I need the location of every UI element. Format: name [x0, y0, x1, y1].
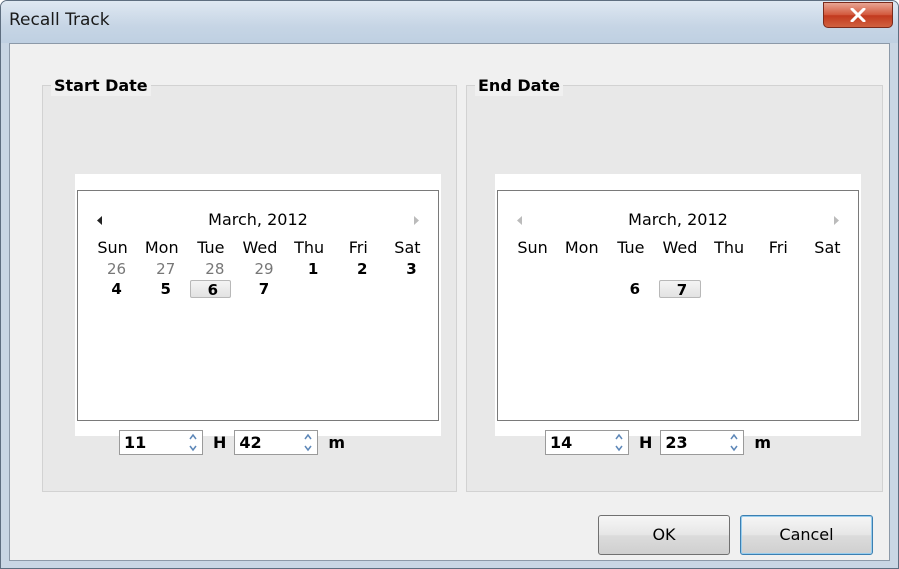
end-hours-value[interactable]: 14	[550, 433, 572, 452]
empty-day-cell	[754, 260, 803, 278]
close-icon	[850, 8, 866, 22]
dialog-window: Recall Track Start Date March, 2012 Sun …	[0, 0, 899, 569]
end-weekday-header: Sun Mon Tue Wed Thu Fri Sat	[508, 238, 852, 258]
window-title: Recall Track	[9, 10, 110, 30]
day-cell[interactable]: 26	[88, 260, 137, 278]
empty-day-cell	[803, 260, 852, 278]
ok-button[interactable]: OK	[598, 515, 730, 555]
day-cell[interactable]: 27	[137, 260, 186, 278]
end-calendar[interactable]: March, 2012 Sun Mon Tue Wed Thu Fri Sat 67	[497, 190, 859, 421]
weekday-label: Tue	[197, 238, 225, 257]
start-minutes-arrows[interactable]	[301, 433, 315, 452]
start-hours-spinner[interactable]: 11	[119, 429, 203, 455]
empty-day-cell	[705, 260, 754, 278]
day-cell[interactable]: 5	[137, 280, 186, 298]
start-hours-value[interactable]: 11	[124, 433, 146, 452]
chevron-right-icon	[414, 215, 419, 225]
day-cell[interactable]: 2	[334, 260, 383, 278]
start-date-group: Start Date March, 2012 Sun Mon Tue Wed Thu Fr…	[42, 76, 457, 492]
empty-day-cell	[508, 260, 557, 278]
spin-down-icon[interactable]	[614, 444, 624, 452]
empty-day-cell	[334, 280, 383, 298]
weekday-label: Thu	[294, 238, 325, 257]
empty-day-cell	[383, 280, 432, 298]
empty-day-cell	[655, 260, 704, 278]
weekday-label: Sat	[814, 238, 841, 257]
start-minutes-unit: m	[328, 432, 346, 452]
weekday-label: Sun	[97, 238, 128, 257]
start-month-label[interactable]: March, 2012	[78, 209, 438, 231]
start-hours-arrows[interactable]	[186, 433, 200, 452]
end-month-label[interactable]: March, 2012	[498, 209, 858, 231]
spin-up-icon[interactable]	[303, 433, 313, 441]
weekday-label: Mon	[564, 238, 599, 257]
close-button[interactable]	[823, 2, 893, 28]
weekday-label: Tue	[617, 238, 645, 257]
selected-day-cell[interactable]: 7	[659, 280, 701, 299]
end-hours-unit: H	[639, 432, 653, 452]
spin-down-icon[interactable]	[729, 444, 739, 452]
weekday-label: Sun	[517, 238, 548, 257]
weekday-label: Wed	[242, 238, 278, 257]
empty-day-cell	[754, 280, 803, 298]
start-calendar-container: March, 2012 Sun Mon Tue Wed Thu Fri Sat 26 27 28…	[75, 174, 441, 436]
end-minutes-spinner[interactable]: 23	[660, 429, 745, 455]
day-cell[interactable]: 3	[383, 260, 432, 278]
chevron-right-icon	[834, 215, 839, 225]
end-minutes-value[interactable]: 23	[665, 433, 687, 452]
empty-day-cell	[285, 280, 334, 298]
weekday-label: Sat	[394, 238, 421, 257]
end-next-month-button[interactable]	[828, 209, 844, 231]
start-time-row: 11 H 42 m	[119, 429, 353, 455]
spin-down-icon[interactable]	[303, 444, 313, 452]
start-minutes-spinner[interactable]: 42	[234, 429, 319, 455]
empty-day-cell	[705, 280, 754, 298]
start-hours-unit: H	[213, 432, 227, 452]
spin-up-icon[interactable]	[188, 433, 198, 441]
end-minutes-unit: m	[754, 432, 772, 452]
day-cell[interactable]: 1	[285, 260, 334, 278]
empty-day-cell	[508, 280, 557, 298]
end-hours-spinner[interactable]: 14	[545, 429, 629, 455]
end-time-row: 14 H 23 m	[545, 429, 779, 455]
spin-up-icon[interactable]	[614, 433, 624, 441]
empty-day-cell	[557, 280, 606, 298]
weekday-label: Fri	[348, 238, 368, 257]
weekday-label: Fri	[768, 238, 788, 257]
start-calendar[interactable]: March, 2012 Sun Mon Tue Wed Thu Fri Sat 26 27 28…	[77, 190, 439, 421]
end-hours-arrows[interactable]	[612, 433, 626, 452]
start-day-grid: 26 27 28 29 1 2 3 4 5 6 7	[88, 260, 432, 300]
day-cell[interactable]: 4	[88, 280, 137, 298]
day-cell[interactable]: 28	[186, 260, 235, 278]
title-bar: Recall Track	[1, 1, 898, 43]
spin-up-icon[interactable]	[729, 433, 739, 441]
start-date-title: Start Date	[51, 76, 151, 96]
empty-day-cell	[803, 280, 852, 298]
end-date-title: End Date	[475, 76, 563, 96]
end-calendar-container: March, 2012 Sun Mon Tue Wed Thu Fri Sat 67	[495, 174, 861, 436]
end-minutes-arrows[interactable]	[727, 433, 741, 452]
end-day-grid: 67	[508, 260, 852, 300]
end-date-group: End Date March, 2012 Sun Mon Tue Wed Thu Fri S…	[466, 76, 883, 492]
empty-day-cell	[557, 260, 606, 278]
selected-day-cell[interactable]: 6	[190, 280, 232, 299]
weekday-label: Wed	[662, 238, 698, 257]
spin-down-icon[interactable]	[188, 444, 198, 452]
weekday-label: Thu	[714, 238, 745, 257]
start-weekday-header: Sun Mon Tue Wed Thu Fri Sat	[88, 238, 432, 258]
start-next-month-button[interactable]	[408, 209, 424, 231]
cancel-button[interactable]: Cancel	[740, 515, 873, 555]
day-cell[interactable]: 29	[235, 260, 284, 278]
day-cell[interactable]: 6	[606, 280, 655, 298]
day-cell[interactable]: 7	[235, 280, 284, 298]
empty-day-cell	[606, 260, 655, 278]
dialog-client-area: Start Date March, 2012 Sun Mon Tue Wed Thu Fr…	[9, 43, 890, 561]
weekday-label: Mon	[144, 238, 179, 257]
start-minutes-value[interactable]: 42	[239, 433, 261, 452]
